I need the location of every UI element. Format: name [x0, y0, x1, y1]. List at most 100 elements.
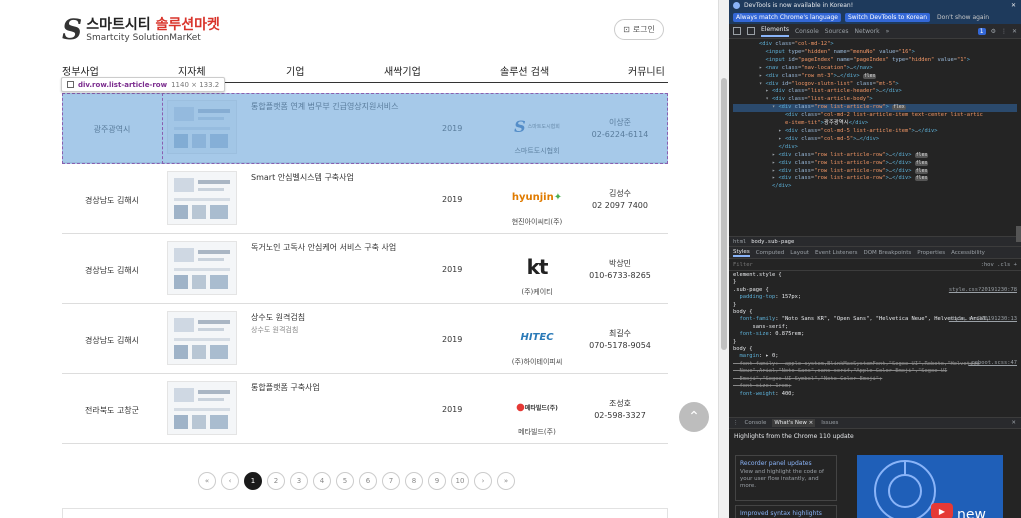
pager-next-button[interactable]: › — [474, 472, 492, 490]
pager-prev-button[interactable]: ‹ — [221, 472, 239, 490]
logo-korean: 스마트시티 솔루션마켓 — [86, 16, 220, 33]
row-title[interactable]: 통합플랫폼 구축사업 — [251, 382, 320, 393]
list-article-row[interactable]: 경상남도 김해시 독거노인 고독사 안심케어 서비스 구축 사업 2019 kt (주)… — [62, 234, 668, 304]
scrollbar-thumb[interactable] — [721, 78, 727, 350]
pager-page-10[interactable]: 10 — [451, 472, 469, 490]
inspect-icon[interactable] — [733, 27, 741, 35]
styles-tabs: Styles Computed Layout Event Listeners D… — [729, 247, 1021, 259]
nav-startup[interactable]: 새싹기업 — [384, 63, 421, 78]
inspect-highlight — [62, 93, 668, 164]
close-icon[interactable]: ✕ — [1011, 420, 1016, 426]
contact-phone: 010-6733-8265 — [589, 271, 651, 280]
inspect-tooltip: div.row.list-article-row 1140 × 133.2 — [61, 77, 226, 92]
tab-accessibility[interactable]: Accessibility — [951, 250, 985, 256]
tab-dom-breakpoints[interactable]: DOM Breakpoints — [863, 250, 911, 256]
styles-pane[interactable]: element.style { } .sub-page {style.css?2… — [729, 271, 1021, 417]
list-article-row[interactable]: 경상남도 김해시 상수도 원격검침 상수도 원격검침 2019 HITEC (주)하이테이… — [62, 304, 668, 374]
devtools-scroll-thumb[interactable] — [1016, 226, 1021, 242]
video-caption: new — [957, 507, 986, 518]
list-article-row[interactable]: 경상남도 김해시 Smart 안심벨시스템 구축사업 2019 hyunjin ✦ 현진아… — [62, 164, 668, 234]
contact-name: 조성호 — [608, 399, 632, 408]
pager-page-6[interactable]: 6 — [359, 472, 377, 490]
tab-network[interactable]: Network — [855, 28, 880, 35]
row-subtitle: 상수도 원격검침 — [251, 326, 299, 334]
row-contact: 조성호 02-598-3327 — [582, 398, 658, 422]
row-region: 전라북도 고창군 — [84, 406, 140, 415]
row-title[interactable]: 상수도 원격검침 — [251, 312, 305, 323]
close-icon[interactable]: ✕ — [1012, 28, 1017, 35]
pager-page-7[interactable]: 7 — [382, 472, 400, 490]
row-company: (주)하이테이피씨 — [511, 358, 563, 366]
row-thumbnail[interactable] — [167, 381, 237, 435]
tab-layout[interactable]: Layout — [790, 250, 809, 256]
door-icon: ⊡ — [623, 25, 630, 34]
tab-computed[interactable]: Computed — [756, 250, 785, 256]
tab-sources[interactable]: Sources — [825, 28, 849, 35]
recorder-card[interactable]: Recorder panel updates View and highligh… — [735, 455, 837, 501]
nav-gov[interactable]: 정부사업 — [62, 63, 99, 78]
play-icon[interactable]: ▶ — [931, 503, 953, 518]
row-region: 경상남도 김해시 — [84, 266, 140, 275]
site-logo[interactable]: S 스마트시티 솔루션마켓 Smartcity SolutionMarKet — [62, 16, 220, 44]
styles-filter-input[interactable]: Filter :hov .cls + — [729, 259, 1021, 271]
crumb-html[interactable]: html — [733, 239, 746, 245]
kebab-icon[interactable]: ⋮ — [733, 420, 739, 426]
pager-last-button[interactable]: » — [497, 472, 515, 490]
drawer-tab-whats-new[interactable]: What's New × — [772, 419, 816, 427]
chevron-up-icon: ⌃ — [688, 409, 700, 425]
nav-community[interactable]: 커뮤니티 — [628, 63, 665, 78]
nav-local[interactable]: 지자체 — [178, 63, 206, 78]
crumb-body[interactable]: body.sub-page — [751, 239, 794, 245]
pager-first-button[interactable]: « — [198, 472, 216, 490]
tab-event-listeners[interactable]: Event Listeners — [815, 250, 858, 256]
whats-new-video[interactable]: ▶ new — [857, 455, 1003, 518]
pager-page-5[interactable]: 5 — [336, 472, 354, 490]
bottom-panel — [62, 508, 668, 518]
pager-page-3[interactable]: 3 — [290, 472, 308, 490]
pager-page-9[interactable]: 9 — [428, 472, 446, 490]
row-thumbnail[interactable] — [167, 311, 237, 365]
drawer-tab-console[interactable]: Console — [745, 420, 767, 426]
close-icon[interactable]: ✕ — [1011, 2, 1016, 9]
row-title[interactable]: 독거노인 고독사 안심케어 서비스 구축 사업 — [251, 242, 396, 253]
list-article-row[interactable]: 전라북도 고창군 통합플랫폼 구축사업 2019 ● 메타빌드(주) 메타빌드(주) 조성호… — [62, 374, 668, 444]
pager-page-4[interactable]: 4 — [313, 472, 331, 490]
nav-company[interactable]: 기업 — [286, 63, 304, 78]
company-logo: ● 메타빌드(주) — [516, 401, 558, 413]
tab-elements[interactable]: Elements — [761, 26, 789, 37]
row-thumbnail[interactable] — [167, 241, 237, 295]
kebab-icon[interactable]: ⋮ — [1001, 28, 1007, 35]
pager-page-8[interactable]: 8 — [405, 472, 423, 490]
syntax-card[interactable]: Improved syntax highlights — [735, 505, 837, 518]
scroll-top-button[interactable]: ⌃ — [679, 402, 709, 432]
row-year: 2019 — [442, 265, 463, 274]
tab-more[interactable]: » — [886, 28, 890, 35]
web-page: S 스마트시티 솔루션마켓 Smartcity SolutionMarKet ⊡… — [0, 0, 718, 518]
pagination: « ‹ 1 2 3 4 5 6 7 8 9 10 › » — [198, 472, 515, 490]
info-icon — [733, 1, 740, 9]
match-language-button[interactable]: Always match Chrome's language — [733, 12, 841, 22]
issues-badge[interactable]: 1 — [977, 27, 986, 35]
dom-tree[interactable]: <div class="col-md-12"> <input type="hid… — [729, 39, 1021, 236]
page-scrollbar[interactable] — [718, 0, 729, 518]
drawer-tab-issues[interactable]: Issues — [821, 420, 838, 426]
switch-korean-button[interactable]: Switch DevTools to Korean — [844, 12, 931, 22]
tab-styles[interactable]: Styles — [733, 249, 750, 257]
gear-icon[interactable]: ⚙ — [991, 28, 996, 35]
logo-mark: S — [62, 13, 83, 46]
pager-page-2[interactable]: 2 — [267, 472, 285, 490]
login-button[interactable]: ⊡ 로그인 — [614, 19, 664, 40]
nav-solution-search[interactable]: 솔루션 검색 — [500, 63, 549, 78]
pager-page-1[interactable]: 1 — [244, 472, 262, 490]
dont-show-button[interactable]: Don't show again — [934, 13, 992, 22]
contact-name: 김성수 — [608, 189, 632, 198]
tab-properties[interactable]: Properties — [917, 250, 945, 256]
devtools-lang-buttons: Always match Chrome's language Switch De… — [729, 10, 1021, 24]
row-title[interactable]: Smart 안심벨시스템 구축사업 — [251, 172, 354, 183]
row-thumbnail[interactable] — [167, 171, 237, 225]
device-icon[interactable] — [747, 27, 755, 35]
row-contact: 김성수 02 2097 7400 — [582, 188, 658, 212]
tab-console[interactable]: Console — [795, 28, 819, 35]
styles-toolbar[interactable]: :hov .cls + — [981, 262, 1017, 268]
row-year: 2019 — [442, 405, 463, 414]
